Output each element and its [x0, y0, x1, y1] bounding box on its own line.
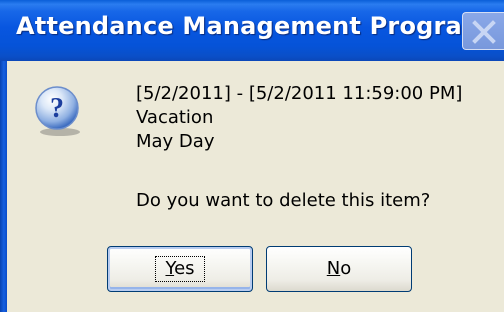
dialog-window: Attendance Management Program ? [5/2/201… [0, 0, 504, 312]
close-button[interactable] [462, 12, 504, 50]
message-category: Vacation [136, 107, 214, 128]
no-mnemonic: N [326, 258, 341, 279]
no-button[interactable]: No [266, 246, 412, 292]
message-prompt: Do you want to delete this item? [136, 190, 431, 211]
yes-button[interactable]: Yes [107, 246, 253, 292]
title-bar[interactable]: Attendance Management Program [0, 0, 504, 61]
close-icon [472, 20, 496, 44]
focus-ring [155, 256, 205, 282]
svg-text:?: ? [50, 93, 64, 124]
window-left-border [0, 61, 7, 312]
message-date-range: [5/2/2011] - [5/2/2011 11:59:00 PM] [136, 83, 463, 104]
no-button-label: No [267, 258, 411, 279]
question-icon: ? [35, 86, 79, 130]
no-label-rest: o [340, 258, 352, 279]
message-description: May Day [136, 131, 215, 152]
window-title: Attendance Management Program [16, 12, 488, 40]
